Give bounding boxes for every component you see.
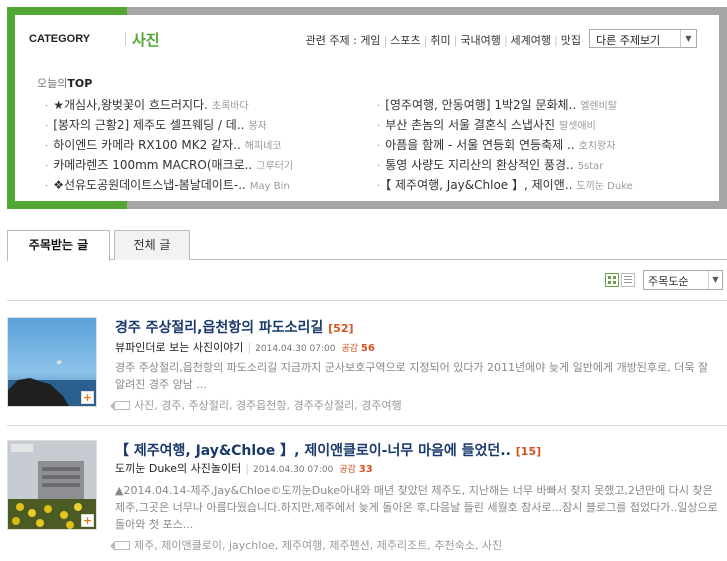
post-meta: 도끼눈 Duke의 사진놀이터 | 2014.04.30 07:00 공감 33: [115, 462, 373, 475]
list-item[interactable]: · ❖선유도공원데이트스냅-봄날데이트-.. May Bin: [45, 175, 385, 195]
post-thumbnail[interactable]: +: [7, 440, 97, 530]
related-topics: 관련 주제 : 게임 | 스포츠 | 취미 | 국내여행 | 세계여행 | 맛집: [305, 34, 581, 47]
post-excerpt[interactable]: 경주 주상절리,읍천항의 파도소리길 지금까지 군사보호구역으로 지정되어 있다…: [115, 359, 721, 393]
tag-icon: [110, 541, 130, 551]
chevron-down-icon[interactable]: ▼: [708, 271, 722, 289]
topic-link[interactable]: 게임: [360, 34, 380, 47]
other-topic-select[interactable]: 다른 주제보기 ▼: [589, 29, 697, 48]
topic-link[interactable]: 세계여행: [511, 34, 551, 47]
tag-icon: [110, 401, 130, 411]
topic-link[interactable]: 국내여행: [460, 34, 500, 47]
list-item[interactable]: · 하이엔드 카메라 RX100 MK2 같자.. 해피네코: [45, 135, 385, 155]
list-item[interactable]: · 카메라렌즈 100mm MACRO(매크로.. 그루터기: [45, 155, 385, 175]
list-item[interactable]: · 통영 사량도 지리산의 환상적인 풍경.. 5star: [377, 155, 717, 175]
category-label: CATEGORY: [29, 33, 91, 45]
plus-icon[interactable]: +: [81, 391, 94, 404]
grid-view-icon[interactable]: [605, 273, 619, 287]
other-topic-select-value: 다른 주제보기: [596, 34, 661, 47]
post-meta: 뷰파인더로 보는 사진이야기 | 2014.04.30 07:00 공감 56: [115, 341, 375, 354]
topic-link[interactable]: 맛집: [561, 34, 581, 47]
list-item[interactable]: · [영주여행, 안동여행] 1박2일 문화체.. 엘렌비탈: [377, 95, 717, 115]
list-item[interactable]: · 【 제주여행, Jay&Chloe 】, 제이앤.. 도끼눈 Duke: [377, 175, 717, 195]
post-date: 2014.04.30 07:00: [255, 344, 336, 354]
today-top-list-left: · ★개심사,왕벚꽃이 흐드러지다. 초록바다 · [봉자의 근황2] 제주도 셀프웨…: [45, 95, 385, 195]
like-count: 공감 33: [339, 464, 373, 475]
post-title[interactable]: 경주 주상절리,읍천항의 파도소리길 [52]: [115, 317, 354, 337]
divider: [7, 425, 727, 426]
post-excerpt[interactable]: ▲2014.04.14-제주,Jay&Chloe©도끼눈Duke아내와 매년 찾…: [115, 482, 721, 533]
comment-count: [15]: [515, 445, 542, 458]
divider: [7, 300, 727, 301]
category-name[interactable]: 사진: [132, 29, 160, 50]
today-top-heading: 오늘의TOP: [37, 77, 93, 90]
like-count: 공감 56: [341, 343, 375, 354]
view-toggle: [605, 273, 637, 287]
post-tags: 제주, 제이앤클로이, jaychloe, 제주여행, 제주펜션, 제주리조트,…: [110, 537, 502, 553]
tab-all[interactable]: 전체 글: [114, 230, 190, 260]
comment-count: [52]: [328, 322, 354, 335]
today-top-list-right: · [영주여행, 안동여행] 1박2일 문화체.. 엘렌비탈 · 부산 촌놈의 서울 …: [377, 95, 717, 195]
list-item[interactable]: · 부산 촌놈의 서울 결혼식 스냅사진 딸셋애비: [377, 115, 717, 135]
list-item[interactable]: · ★개심사,왕벚꽃이 흐드러지다. 초록바다: [45, 95, 385, 115]
sort-select[interactable]: 주목도순 ▼: [643, 270, 723, 290]
post-title[interactable]: 【 제주여행, Jay&Chloe 】, 제이앤클로이-너무 마음에 들었던..…: [115, 440, 541, 460]
list-item[interactable]: · [봉자의 근황2] 제주도 셀프웨딩 / 데.. 봉자: [45, 115, 385, 135]
plus-icon[interactable]: +: [81, 514, 94, 527]
category-box: CATEGORY 사진 관련 주제 : 게임 | 스포츠 | 취미 | 국내여행 | 세계여행 |…: [7, 7, 727, 209]
topic-link[interactable]: 스포츠: [390, 34, 420, 47]
post-tabs: 주목받는 글 전체 글: [7, 230, 727, 261]
divider: [125, 32, 126, 46]
post-tags: 사진, 경주, 주상절리, 경주읍천항, 경주주상절리, 경주여행: [110, 397, 402, 413]
sort-select-value: 주목도순: [648, 275, 689, 288]
chevron-down-icon[interactable]: ▼: [680, 30, 696, 47]
blog-name[interactable]: 뷰파인더로 보는 사진이야기: [115, 341, 243, 354]
post-thumbnail[interactable]: +: [7, 317, 97, 407]
post-date: 2014.04.30 07:00: [252, 465, 334, 475]
topic-link[interactable]: 취미: [430, 34, 450, 47]
blog-name[interactable]: 도끼눈 Duke의 사진놀이터: [115, 462, 241, 475]
list-item[interactable]: · 아픔을 함께 - 서울 연등회 연등축제 .. 호치왕자: [377, 135, 717, 155]
list-view-icon[interactable]: [621, 273, 635, 287]
related-topics-label: 관련 주제 :: [305, 34, 357, 47]
tab-featured[interactable]: 주목받는 글: [7, 230, 110, 261]
